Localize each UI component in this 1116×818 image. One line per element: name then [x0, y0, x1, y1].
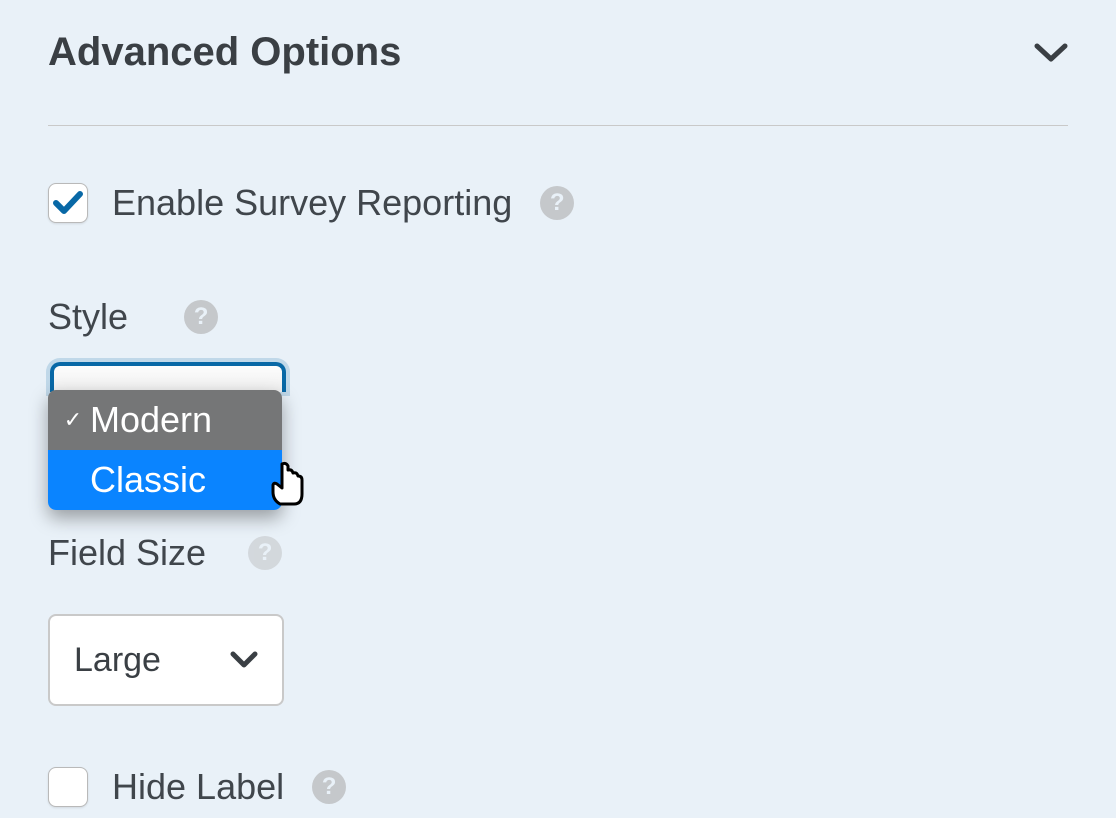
- hide-label-checkbox[interactable]: [48, 767, 88, 807]
- cursor-pointer-icon: [264, 458, 312, 512]
- field-size-label: Field Size: [48, 532, 206, 574]
- field-size-value: Large: [74, 641, 161, 680]
- help-icon[interactable]: ?: [184, 300, 218, 334]
- enable-survey-row: Enable Survey Reporting ?: [48, 182, 1068, 224]
- chevron-down-icon: [1034, 43, 1068, 63]
- enable-survey-checkbox[interactable]: [48, 183, 88, 223]
- help-icon[interactable]: ?: [540, 186, 574, 220]
- section-title: Advanced Options: [48, 30, 401, 75]
- style-option-modern[interactable]: ✓ Modern: [48, 390, 282, 450]
- hide-label-row: Hide Label ?: [48, 766, 1068, 808]
- field-size-label-row: Field Size ?: [48, 532, 1068, 574]
- style-dropdown: ✓ Modern Classic: [48, 390, 282, 510]
- help-icon[interactable]: ?: [312, 770, 346, 804]
- help-icon[interactable]: ?: [248, 536, 282, 570]
- field-size-select[interactable]: Large: [48, 614, 284, 706]
- advanced-options-header[interactable]: Advanced Options: [48, 30, 1068, 126]
- style-select[interactable]: [50, 362, 286, 392]
- option-label: Modern: [90, 399, 212, 441]
- style-select-area: ✓ Modern Classic: [48, 362, 1068, 510]
- style-label: Style: [48, 296, 128, 338]
- enable-survey-label: Enable Survey Reporting: [112, 182, 512, 224]
- style-option-classic[interactable]: Classic: [48, 450, 282, 510]
- chevron-down-icon: [230, 651, 258, 669]
- hide-label-label: Hide Label: [112, 766, 284, 808]
- style-label-row: Style ?: [48, 296, 1068, 338]
- check-icon: ✓: [62, 407, 84, 433]
- option-label: Classic: [90, 459, 206, 501]
